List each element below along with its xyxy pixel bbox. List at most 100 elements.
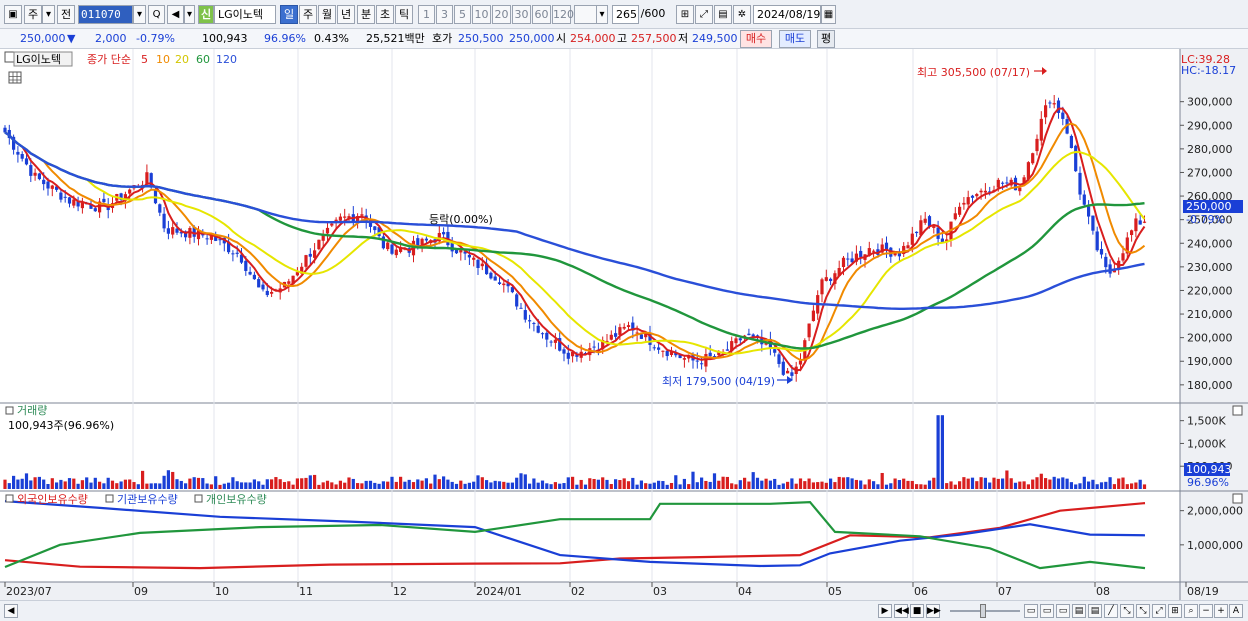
candle-body [614,333,618,337]
buy-button[interactable]: 매수 [740,30,772,48]
layout-icon[interactable]: ▣ [4,5,22,24]
price-tick-label: 270,000 [1187,166,1233,179]
candle-body [1134,218,1138,232]
fib-icon[interactable]: ⤡ [1136,604,1150,618]
chevron-down-icon[interactable]: ▾ [133,5,146,24]
zoom-out-icon[interactable]: − [1199,604,1213,618]
volume-bar [467,482,471,489]
minute-option-120[interactable]: 120 [552,5,574,24]
layout-4-icon[interactable]: ▤ [1072,604,1086,618]
candle-body [536,325,540,333]
volume-bar [837,476,841,489]
candle-body [338,216,342,221]
gear-icon[interactable]: ✲ [733,5,751,24]
candle-body [786,370,790,374]
volume-bar [55,482,59,489]
candle-body [386,242,390,250]
volume-bar [687,484,691,489]
volume-bar [1018,481,1022,489]
candle-body [983,190,987,193]
layout-5-icon[interactable]: ▤ [1088,604,1102,618]
chevron-down-icon[interactable]: ▾ [184,5,195,24]
tab-year[interactable]: 년 [337,5,355,24]
trend-icon[interactable]: ⤡ [1120,604,1134,618]
eval-button[interactable]: 평 [817,30,835,48]
volume-bar [880,472,884,489]
chart-style-icon[interactable]: ⤢ [1152,604,1166,618]
minute-option-3[interactable]: 3 [436,5,453,24]
layout-3-icon[interactable]: ▭ [1056,604,1070,618]
price-tick-label: 230,000 [1187,261,1233,274]
current-price: 250,000 [20,32,66,45]
price-change-pct: -0.79% [136,32,175,45]
maximize-volume-icon[interactable] [1232,405,1243,416]
crosshair-icon[interactable]: ⊞ [676,5,694,24]
layout-2-icon[interactable]: ▭ [1040,604,1054,618]
minute-option-60[interactable]: 60 [532,5,551,24]
volume-bar [1121,477,1125,489]
save-icon[interactable]: ▤ [714,5,732,24]
volume-bar [725,476,729,489]
tab-second[interactable]: 초 [376,5,394,24]
stock-name-field[interactable]: LG이노텍 [214,5,276,24]
period-prev-button[interactable]: 전 [57,5,75,24]
candle-body [1018,187,1022,192]
chart-area[interactable]: 300,000290,000280,000270,000260,000250,0… [0,49,1248,600]
tab-day[interactable]: 일 [280,5,298,24]
volume-bar [936,415,940,489]
speaker-icon[interactable]: ◀ [167,5,184,24]
date-input[interactable]: 2024/08/19 [753,5,821,24]
tab-month[interactable]: 월 [318,5,336,24]
period-week-button[interactable]: 주 [24,5,42,24]
candle-body [42,179,46,185]
zoom-icon[interactable]: ⌕ [1184,604,1198,618]
forward-icon[interactable]: ▶▶ [926,604,941,618]
chevron-down-icon[interactable]: ▾ [596,5,608,24]
volume-bar [755,477,760,489]
volume-bar [958,481,962,489]
stop-icon[interactable]: ■ [910,604,924,618]
maximize-holdings-icon[interactable] [1232,493,1243,504]
sell-button[interactable]: 매도 [779,30,811,48]
compare-icon[interactable]: ⊞ [1168,604,1182,618]
candle-body [171,227,175,235]
layout-1-icon[interactable]: ▭ [1024,604,1038,618]
minute-option-30[interactable]: 30 [512,5,531,24]
rewind-icon[interactable]: ◀◀ [894,604,909,618]
minute-option-20[interactable]: 20 [492,5,511,24]
stock-code-input[interactable]: 011070 [78,5,133,24]
play-icon[interactable]: ▶ [878,604,892,618]
chevron-down-icon[interactable]: ▾ [42,5,55,24]
zoom-slider-thumb[interactable] [980,604,986,618]
grid-icon[interactable] [8,71,22,84]
holding-tick-label: 1,000,000 [1187,539,1243,552]
candle-body [1082,194,1086,205]
volume-bar [820,481,824,489]
volume-bar [863,484,867,489]
zoom-in-icon[interactable]: + [1214,604,1228,618]
draw-line-icon[interactable]: ╱ [1104,604,1118,618]
minute-option-5[interactable]: 5 [454,5,471,24]
volume-bar [601,477,605,489]
chart-tools-icon[interactable]: ⤢ [695,5,713,24]
volume-bar [12,475,16,489]
volume-bar [175,479,179,489]
candle-body [639,334,643,339]
tab-week[interactable]: 주 [299,5,317,24]
candle-body [287,281,291,284]
volume-bar [429,483,433,489]
count-input[interactable]: 265 [612,5,639,24]
candle-body [747,333,751,336]
minute-option-10[interactable]: 10 [472,5,491,24]
scroll-left-icon[interactable]: ◀ [4,604,18,618]
minute-option-1[interactable]: 1 [418,5,435,24]
search-icon[interactable]: Q [148,5,165,24]
volume-bar [235,481,239,489]
text-size-icon[interactable]: A [1229,604,1243,618]
volume-bar [356,483,360,489]
tab-tick[interactable]: 틱 [395,5,413,24]
calendar-icon[interactable]: ▦ [821,5,836,24]
turnover-pct: 0.43% [314,32,349,45]
tab-minute[interactable]: 분 [357,5,375,24]
scroll-bar[interactable]: ◀ ▶ ◀◀ ■ ▶▶ ▭ ▭ ▭ ▤ ▤ ╱ ⤡ ⤡ ⤢ ⊞ ⌕ − + A [0,600,1248,621]
